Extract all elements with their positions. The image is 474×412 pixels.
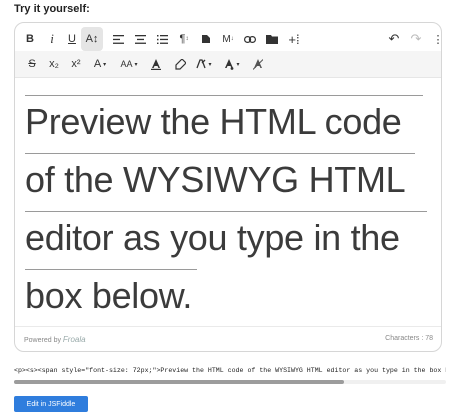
font-family-label: A (93, 58, 102, 70)
html-code-preview: <p><s><span style="font-size: 72px;">Pre… (14, 367, 446, 374)
content-line: editor as you type in the (25, 209, 433, 267)
superscript-button[interactable]: x² (65, 52, 87, 76)
toolbar-row-text: S x₂ x² A ▾ AA ▾ ▾ ▾ (15, 51, 441, 78)
more-options-icon[interactable]: ⋮ (427, 27, 442, 51)
chevron-down-icon: ▾ (208, 61, 212, 68)
markdown-icon[interactable]: M ↓ (217, 27, 239, 51)
font-size-label: AA (120, 59, 133, 69)
section-heading: Try it yourself: (14, 3, 90, 15)
character-count: Characters : 78 (385, 335, 433, 342)
wysiwyg-editor: B i U A↕ ¶↕ M↓ +⁞ ↶ ↷ ⋮ S x₂ x² A▾ (14, 22, 442, 352)
paragraph-style-icon[interactable] (195, 27, 217, 51)
toolbar-row-main: B i U A↕ ¶↕ M↓ +⁞ ↶ ↷ ⋮ (15, 27, 441, 51)
italic-button[interactable]: i (41, 27, 63, 51)
font-size-button[interactable]: A↕ (81, 27, 103, 51)
font-family-button[interactable]: A ▾ (87, 52, 113, 76)
subscript-button[interactable]: x₂ (43, 52, 65, 76)
paragraph-format-icon[interactable]: ¶ ↕ (173, 27, 195, 51)
chevron-down-icon: ▾ (103, 61, 107, 68)
inline-style-dropdown[interactable]: ▾ (191, 52, 217, 76)
strikethrough-icon[interactable]: S (21, 52, 43, 76)
insert-link-icon[interactable] (239, 27, 261, 51)
froala-logo: Froala (62, 335, 86, 344)
paint-format-dropdown[interactable]: ▾ (219, 52, 245, 76)
text-color-icon[interactable] (145, 52, 167, 76)
chevron-down-icon: ▾ (236, 61, 240, 68)
redo-icon[interactable]: ↷ (405, 27, 427, 51)
powered-by[interactable]: Powered by Froala (24, 335, 86, 344)
horizontal-scrollbar[interactable] (14, 380, 446, 384)
align-center-icon[interactable] (129, 27, 151, 51)
underline-button[interactable]: U (61, 27, 83, 51)
editor-footer: Powered by Froala Characters : 78 (15, 326, 441, 351)
undo-icon[interactable]: ↶ (383, 27, 405, 51)
align-left-icon[interactable] (107, 27, 129, 51)
content-line: Preview the HTML code (25, 93, 433, 151)
bold-button[interactable]: B (19, 27, 41, 51)
content-line: box below. (25, 267, 433, 325)
highlighter-icon[interactable] (169, 52, 191, 76)
clear-formatting-icon[interactable] (247, 52, 269, 76)
scrollbar-thumb[interactable] (14, 380, 344, 384)
folder-icon[interactable] (261, 27, 283, 51)
more-insert-icon[interactable]: +⁞ (283, 27, 305, 51)
font-size-dropdown[interactable]: AA ▾ (115, 52, 143, 76)
content-line: of the WYSIWYG HTML (25, 151, 433, 209)
ordered-list-icon[interactable] (151, 27, 173, 51)
edit-in-jsfiddle-button[interactable]: Edit in JSFiddle (14, 396, 88, 412)
editor-content[interactable]: Preview the HTML code of the WYSIWYG HTM… (25, 93, 433, 325)
chevron-down-icon: ▾ (134, 61, 138, 68)
